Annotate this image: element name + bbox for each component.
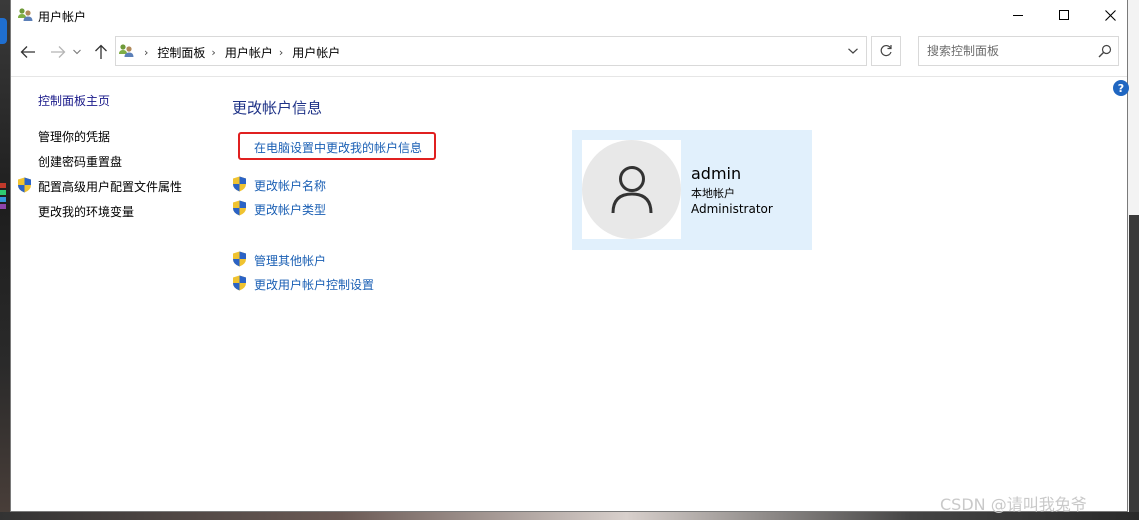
refresh-button[interactable] xyxy=(871,36,901,66)
content-divider xyxy=(11,76,1127,77)
breadcrumb: › 控制面板 › 用户帐户 › 用户帐户 xyxy=(138,44,340,61)
change-environment-variables-link[interactable]: 更改我的环境变量 xyxy=(38,203,134,220)
uac-shield-icon xyxy=(233,251,246,267)
minimize-button[interactable] xyxy=(995,0,1041,30)
close-icon xyxy=(1104,9,1116,21)
user-avatar-icon xyxy=(611,165,652,213)
desktop-left-edge xyxy=(0,0,10,520)
desktop-swatch xyxy=(0,183,6,188)
desktop-tile xyxy=(0,18,7,44)
desktop-swatch xyxy=(0,204,6,209)
back-arrow-icon xyxy=(20,46,35,58)
up-arrow-icon xyxy=(95,44,107,59)
uac-shield-icon xyxy=(233,200,246,216)
forward-arrow-icon xyxy=(51,46,66,58)
back-button[interactable] xyxy=(18,42,38,62)
recent-locations-button[interactable] xyxy=(71,42,83,62)
desktop-swatch xyxy=(0,197,6,202)
breadcrumb-separator[interactable]: › xyxy=(138,46,157,59)
uac-shield-icon xyxy=(233,176,246,192)
watermark: CSDN @请叫我兔爷 xyxy=(940,495,1087,514)
account-card: admin 本地帐户 Administrator xyxy=(572,130,812,250)
change-account-in-pc-settings-link[interactable]: 在电脑设置中更改我的帐户信息 xyxy=(254,139,422,156)
manage-other-accounts-link[interactable]: 管理其他帐户 xyxy=(254,252,326,269)
page-heading: 更改帐户信息 xyxy=(232,99,323,117)
configure-advanced-profile-link[interactable]: 配置高级用户配置文件属性 xyxy=(38,178,182,195)
breadcrumb-user-accounts-current[interactable]: 用户帐户 xyxy=(292,44,340,61)
control-panel-home-link[interactable]: 控制面板主页 xyxy=(38,92,110,109)
title-bar[interactable]: 用户帐户 xyxy=(11,0,1127,32)
avatar xyxy=(582,140,681,239)
help-button[interactable]: ? xyxy=(1113,80,1129,96)
change-uac-settings-link[interactable]: 更改用户帐户控制设置 xyxy=(254,276,374,293)
address-dropdown-button[interactable] xyxy=(840,37,866,65)
window-title: 用户帐户 xyxy=(38,10,87,24)
search-icon[interactable] xyxy=(1098,44,1112,58)
uac-shield-icon xyxy=(18,177,31,193)
refresh-icon xyxy=(880,44,892,57)
chevron-down-icon xyxy=(848,48,858,54)
uac-shield-icon xyxy=(233,275,246,291)
manage-credentials-link[interactable]: 管理你的凭据 xyxy=(38,128,110,145)
desktop-swatch xyxy=(0,190,6,195)
search-box xyxy=(918,36,1119,66)
up-button[interactable] xyxy=(91,42,111,62)
maximize-button[interactable] xyxy=(1041,0,1087,30)
breadcrumb-separator[interactable]: › xyxy=(205,46,224,59)
change-account-name-link[interactable]: 更改帐户名称 xyxy=(254,177,326,194)
breadcrumb-separator[interactable]: › xyxy=(273,46,292,59)
search-input[interactable] xyxy=(919,37,1094,65)
navigation-bar: › 控制面板 › 用户帐户 › 用户帐户 xyxy=(11,32,1127,72)
create-password-reset-disk-link[interactable]: 创建密码重置盘 xyxy=(38,153,122,170)
close-button[interactable] xyxy=(1087,0,1133,30)
breadcrumb-user-accounts[interactable]: 用户帐户 xyxy=(225,44,273,61)
minimize-icon xyxy=(1013,14,1023,16)
avatar-circle xyxy=(582,140,681,239)
address-bar[interactable]: › 控制面板 › 用户帐户 › 用户帐户 xyxy=(115,36,867,66)
forward-button[interactable] xyxy=(48,42,68,62)
chevron-down-icon xyxy=(73,49,81,55)
desktop-dark-region xyxy=(1129,215,1139,520)
account-type: 本地帐户 xyxy=(691,187,735,200)
account-group: Administrator xyxy=(691,202,773,216)
maximize-icon xyxy=(1059,10,1069,20)
user-accounts-icon xyxy=(119,44,134,57)
user-accounts-app-icon xyxy=(18,8,33,21)
breadcrumb-control-panel[interactable]: 控制面板 xyxy=(157,44,205,61)
desktop-right-edge xyxy=(1128,0,1139,520)
account-name: admin xyxy=(691,164,742,183)
change-account-type-link[interactable]: 更改帐户类型 xyxy=(254,201,326,218)
user-accounts-window: 用户帐户 › 控制面板 › 用户帐户 › 用户帐户 搜索控制面板 ? 控制面板主… xyxy=(10,0,1129,512)
